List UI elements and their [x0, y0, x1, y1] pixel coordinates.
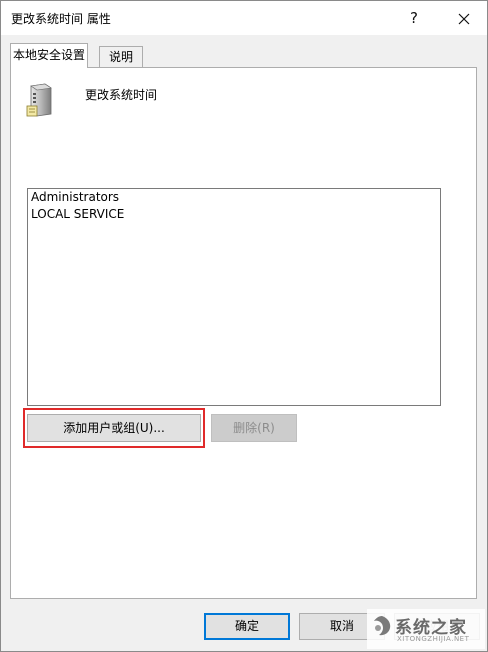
window-title: 更改系统时间 属性	[11, 12, 111, 26]
close-button[interactable]	[441, 1, 487, 35]
title-bar: 更改系统时间 属性 ?	[1, 1, 487, 35]
list-item[interactable]: LOCAL SERVICE	[28, 206, 440, 223]
help-icon: ?	[410, 9, 418, 27]
ok-button[interactable]: 确定	[204, 613, 290, 640]
close-icon	[458, 13, 470, 24]
watermark-subtext: XITONGZHIJIA.NET	[397, 635, 470, 643]
watermark: 系统之家 XITONGZHIJIA.NET	[367, 609, 485, 649]
add-user-or-group-button[interactable]: 添加用户或组(U)...	[27, 414, 201, 442]
tab-explain[interactable]: 说明	[99, 46, 143, 67]
tab-panel: 更改系统时间 Administrators LOCAL SERVICE 添加用户…	[10, 67, 477, 599]
server-icon	[26, 83, 52, 117]
members-listbox[interactable]: Administrators LOCAL SERVICE	[27, 188, 441, 406]
policy-name: 更改系统时间	[85, 88, 158, 102]
tab-local-security-setting[interactable]: 本地安全设置	[10, 43, 88, 68]
watermark-logo-icon	[374, 616, 391, 636]
remove-button[interactable]: 删除(R)	[211, 414, 297, 442]
help-button[interactable]: ?	[391, 1, 437, 35]
properties-dialog: 更改系统时间 属性 ? 本地安全设置 说明 更改系统时间 Administrat…	[0, 0, 488, 652]
list-item[interactable]: Administrators	[28, 189, 440, 206]
